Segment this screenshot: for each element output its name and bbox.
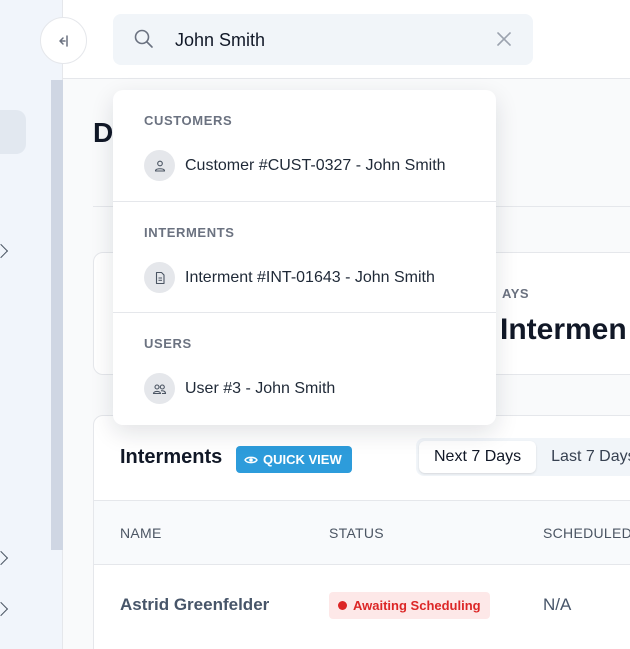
section-heading: CUSTOMERS [144, 113, 233, 128]
table-header: NAME STATUS SCHEDULED [94, 500, 630, 565]
search-icon [134, 29, 153, 48]
interments-card: Interments QUICK VIEW Next 7 Days Last 7… [93, 415, 630, 649]
collapse-icon [58, 34, 68, 47]
table-row[interactable]: Astrid Greenfelder Awaiting Scheduling N… [94, 565, 630, 645]
search-result-user[interactable]: User #3 - John Smith [144, 373, 335, 404]
section-heading: INTERMENTS [144, 225, 235, 240]
search-results-dropdown: CUSTOMERS Customer #CUST-0327 - John Smi… [113, 90, 496, 425]
users-icon [144, 373, 175, 404]
status-dot [338, 601, 347, 610]
results-section-customers: CUSTOMERS Customer #CUST-0327 - John Smi… [113, 90, 496, 201]
eye-icon [244, 456, 258, 463]
column-header-name[interactable]: NAME [120, 525, 162, 541]
date-range-tabs: Next 7 Days Last 7 Days [416, 438, 630, 476]
column-header-status[interactable]: STATUS [329, 525, 384, 541]
tab-last-7-days[interactable]: Last 7 Days [536, 441, 630, 473]
search-result-interment[interactable]: Interment #INT-01643 - John Smith [144, 262, 435, 293]
close-icon[interactable] [495, 30, 513, 48]
sidebar-item-active[interactable] [0, 110, 26, 154]
tab-next-7-days[interactable]: Next 7 Days [419, 441, 537, 473]
status-badge: Awaiting Scheduling [329, 592, 490, 619]
quick-view-button[interactable]: QUICK VIEW [236, 446, 352, 473]
stat-label: AYS [502, 286, 530, 301]
chevron-icon[interactable] [0, 550, 9, 566]
interments-title: Interments [120, 446, 223, 468]
search-input[interactable] [175, 25, 475, 55]
document-icon [144, 262, 175, 293]
quick-view-label: QUICK VIEW [263, 452, 342, 467]
result-label: Customer #CUST-0327 - John Smith [185, 156, 446, 174]
sidebar-scrollbar[interactable] [51, 80, 63, 550]
page-title: D [93, 117, 114, 148]
result-label: Interment #INT-01643 - John Smith [185, 268, 435, 286]
status-label: Awaiting Scheduling [353, 598, 481, 613]
result-label: User #3 - John Smith [185, 379, 336, 397]
user-icon [144, 150, 175, 181]
row-name[interactable]: Astrid Greenfelder [120, 595, 269, 615]
results-section-interments: INTERMENTS Interment #INT-01643 - John S… [113, 201, 496, 312]
sidebar [0, 0, 63, 649]
row-scheduled: N/A [543, 595, 572, 614]
collapse-sidebar-button[interactable] [40, 17, 87, 64]
stat-value: Intermen [500, 313, 627, 346]
search-result-customer[interactable]: Customer #CUST-0327 - John Smith [144, 150, 446, 181]
section-heading: USERS [144, 336, 192, 351]
search-bar[interactable] [113, 14, 533, 65]
chevron-icon[interactable] [0, 243, 9, 259]
chevron-icon[interactable] [0, 601, 9, 617]
column-header-scheduled[interactable]: SCHEDULED [543, 525, 630, 541]
results-section-users: USERS User #3 - John Smith [113, 312, 496, 423]
